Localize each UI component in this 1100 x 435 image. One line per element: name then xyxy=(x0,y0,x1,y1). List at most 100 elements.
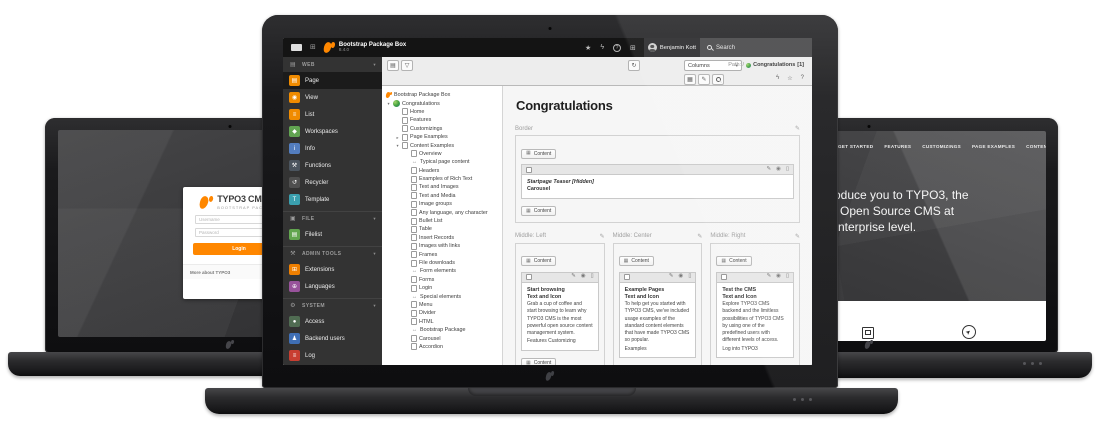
module-menu-entry[interactable]: ▣ FILE ▾ xyxy=(283,211,382,226)
tree-item[interactable]: HTML xyxy=(382,318,502,326)
edit-page-button[interactable]: ✎ xyxy=(698,74,710,85)
search-bar[interactable]: Search xyxy=(700,38,812,57)
tree-item[interactable]: ▸ Page Examples xyxy=(382,133,502,141)
module-menu-entry[interactable]: ▤ WEB ▾ xyxy=(283,57,382,72)
tree-item[interactable]: Overview xyxy=(382,150,502,158)
bookmark-icon[interactable]: ☆ xyxy=(787,75,792,82)
add-content-button[interactable]: ▦ Content xyxy=(619,256,654,266)
tree-item[interactable]: Forms xyxy=(382,276,502,284)
tree-item[interactable]: Login xyxy=(382,284,502,292)
edit-column-icon[interactable]: ✎ xyxy=(697,233,702,240)
tree-item[interactable]: Table xyxy=(382,225,502,233)
tree-expander-icon[interactable]: ▾ xyxy=(386,101,391,106)
edit-icon[interactable]: ✎ xyxy=(669,274,674,280)
bookmark-star-icon[interactable]: ★ xyxy=(585,44,591,52)
tree-item[interactable]: ▾ Congratulations xyxy=(382,99,502,107)
tree-root[interactable]: Bootstrap Package Box xyxy=(382,91,502,99)
more-about-typo3-link[interactable]: More about TYPO3 xyxy=(190,270,230,275)
edit-icon[interactable]: ✎ xyxy=(767,274,772,280)
tree-item[interactable]: Frames xyxy=(382,250,502,258)
add-content-button[interactable]: ▦ Content xyxy=(716,256,751,266)
tree-item[interactable]: Headers xyxy=(382,167,502,175)
delete-icon[interactable]: ▯ xyxy=(688,274,691,280)
module-menu-entry[interactable]: i Info ▾ xyxy=(283,140,382,157)
apps-grid-icon[interactable]: ⊞ xyxy=(310,44,316,51)
module-menu-entry[interactable]: ⊕ Languages ▾ xyxy=(283,278,382,295)
search-page-button[interactable] xyxy=(712,74,724,85)
filter-button[interactable]: ▽ xyxy=(401,60,413,71)
element-links[interactable]: Log into TYPO3 xyxy=(722,346,788,353)
module-menu-entry[interactable]: ◉ View ▾ xyxy=(283,89,382,106)
module-menu-entry[interactable]: ≡ List ▾ xyxy=(283,106,382,123)
module-menu-entry[interactable]: ⊞ Extensions ▾ xyxy=(283,261,382,278)
frontend-nav-item[interactable]: GET STARTED xyxy=(838,144,873,149)
tree-item[interactable]: Home xyxy=(382,108,502,116)
content-element[interactable]: ✎ ◉ ▯ Start browsing xyxy=(521,272,599,351)
tree-item[interactable]: Typical page content xyxy=(382,158,502,166)
module-menu-entry[interactable]: ⚙ Install ▾ xyxy=(283,364,382,365)
add-content-button[interactable]: ▦ Content xyxy=(521,358,556,365)
frontend-nav-item[interactable]: FEATURES xyxy=(884,144,911,149)
module-menu-entry[interactable]: ◆ Workspaces ▾ xyxy=(283,123,382,140)
tree-expander-icon[interactable]: ▾ xyxy=(395,143,400,148)
tree-item[interactable]: Menu xyxy=(382,301,502,309)
visibility-icon[interactable]: ◉ xyxy=(581,274,586,280)
delete-icon[interactable]: ▯ xyxy=(786,167,789,173)
new-record-button[interactable]: ▤ xyxy=(387,60,399,71)
visibility-icon[interactable]: ◉ xyxy=(776,167,781,173)
module-menu-entry[interactable]: ⚒ Functions ▾ xyxy=(283,157,382,174)
tree-item[interactable]: Accordion xyxy=(382,343,502,351)
layout-view-button[interactable]: ▦ xyxy=(684,74,696,85)
edit-column-icon[interactable]: ✎ xyxy=(795,233,800,240)
module-menu-entry[interactable]: ⚒ ADMIN TOOLS ▾ xyxy=(283,246,382,261)
tree-item[interactable]: ▾ Content Examples xyxy=(382,141,502,149)
frontend-nav-item[interactable]: CUSTOMIZINGS xyxy=(922,144,961,149)
frontend-nav-item[interactable]: PAGE EXAMPLES xyxy=(972,144,1015,149)
module-menu-entry[interactable]: ≡ Log ▾ xyxy=(283,347,382,364)
delete-icon[interactable]: ▯ xyxy=(786,274,789,280)
tree-item[interactable]: Any language, any character xyxy=(382,208,502,216)
module-menu-entry[interactable]: ▤ Page ▾ xyxy=(283,72,382,89)
content-element[interactable]: ✎ ◉ ▯ Test the CMS xyxy=(716,272,794,358)
tree-item[interactable]: File downloads xyxy=(382,259,502,267)
user-menu[interactable]: Benjamin Kott xyxy=(644,38,700,57)
element-links[interactable]: Features Customizing xyxy=(527,338,593,345)
visibility-icon[interactable]: ◉ xyxy=(776,274,781,280)
content-element[interactable]: ✎ ◉ ▯ Example Pages xyxy=(619,272,697,358)
module-menu-entry[interactable]: ↺ Recycler ▾ xyxy=(283,174,382,191)
tree-item[interactable]: Text and Media xyxy=(382,192,502,200)
tree-item[interactable]: Divider xyxy=(382,309,502,317)
edit-column-icon[interactable]: ✎ xyxy=(795,125,800,132)
add-content-button[interactable]: ▦ Content xyxy=(521,149,556,159)
module-menu-entry[interactable]: ● Access ▾ xyxy=(283,313,382,330)
tree-item[interactable]: Examples of Rich Text xyxy=(382,175,502,183)
tree-item[interactable]: Special elements xyxy=(382,292,502,300)
tree-item[interactable]: Customizings xyxy=(382,125,502,133)
tree-item[interactable]: Images with links xyxy=(382,242,502,250)
help-icon[interactable]: ? xyxy=(613,44,621,52)
frontend-nav-item[interactable]: CONTENT EXAMPLES xyxy=(1026,144,1046,149)
help-icon[interactable]: ? xyxy=(801,75,804,82)
tree-item[interactable]: Image groups xyxy=(382,200,502,208)
add-content-button[interactable]: ▦ Content xyxy=(521,256,556,266)
delete-icon[interactable]: ▯ xyxy=(591,274,594,280)
view-webpage-icon[interactable]: ϟ xyxy=(776,75,779,82)
module-grid-icon[interactable]: ⊞ xyxy=(630,44,636,52)
element-links[interactable]: Examples xyxy=(625,346,691,353)
tree-item[interactable]: Carousel xyxy=(382,334,502,342)
refresh-button[interactable]: ↻ xyxy=(628,60,640,71)
menu-collapse-icon[interactable] xyxy=(291,44,302,51)
tree-item[interactable]: Insert Records xyxy=(382,234,502,242)
tree-item[interactable]: Features xyxy=(382,116,502,124)
tree-expander-icon[interactable]: ▸ xyxy=(395,135,400,140)
add-content-button[interactable]: ▦ Content xyxy=(521,206,556,216)
tree-item[interactable]: Form elements xyxy=(382,267,502,275)
edit-column-icon[interactable]: ✎ xyxy=(600,233,605,240)
module-menu-entry[interactable]: ▤ Filelist ▾ xyxy=(283,226,382,243)
tree-item[interactable]: Text and Images xyxy=(382,183,502,191)
visibility-icon[interactable]: ◉ xyxy=(679,274,684,280)
tree-item[interactable]: Bullet List xyxy=(382,217,502,225)
tree-item[interactable]: Bootstrap Package xyxy=(382,326,502,334)
clear-cache-bolt-icon[interactable]: ϟ xyxy=(600,44,604,51)
edit-icon[interactable]: ✎ xyxy=(571,274,576,280)
